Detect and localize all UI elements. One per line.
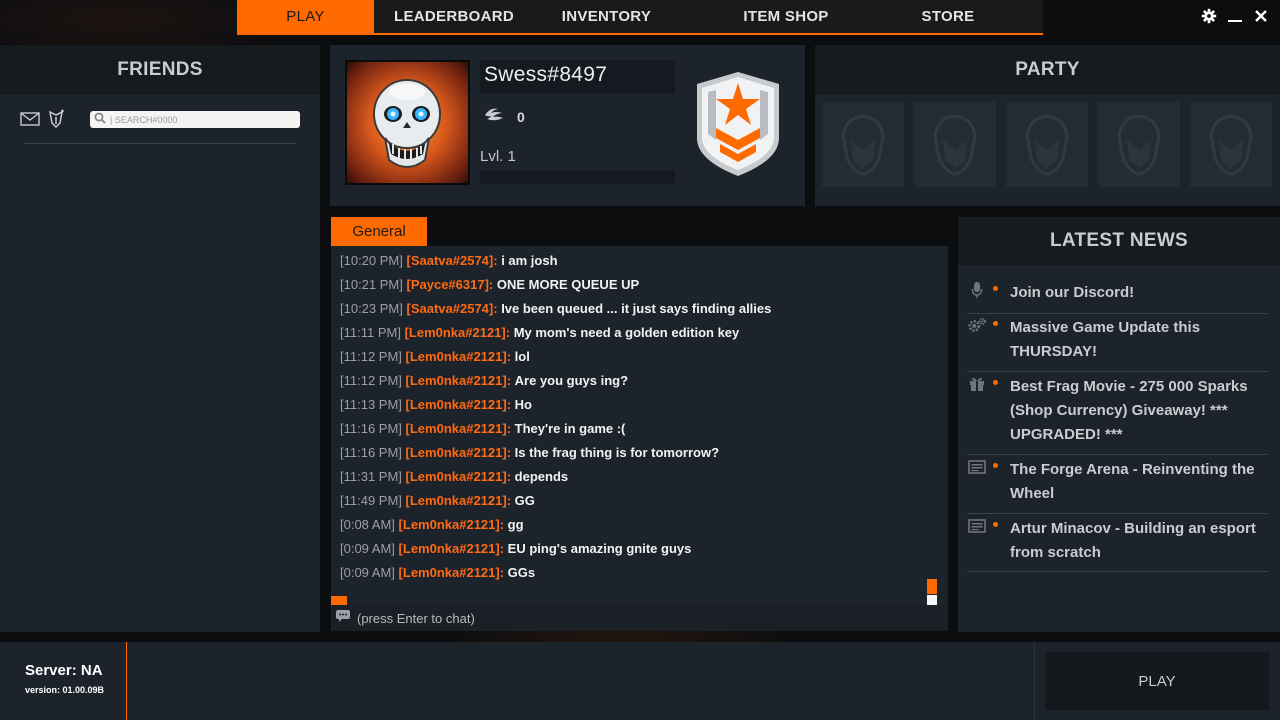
party-slot-5[interactable]	[1190, 102, 1272, 187]
sparks-balance: 0	[483, 106, 525, 127]
sparks-value: 0	[517, 108, 525, 125]
username: Swess#8497	[480, 60, 675, 94]
bottom-bar: Server: NA version: 01.00.09B PLAY	[0, 642, 1280, 720]
news-item[interactable]: Join our Discord!	[967, 281, 1268, 314]
chat-message: [10:21 PM] [Payce#6317]: ONE MORE QUEUE …	[340, 277, 640, 292]
party-slot-icon	[841, 113, 885, 176]
divider	[24, 143, 296, 144]
news-text: Join our Discord!	[1010, 284, 1135, 301]
article-icon	[967, 458, 987, 476]
news-bullet	[993, 522, 998, 527]
chat-message: [11:49 PM] [Lem0nka#2121]: GG	[340, 493, 535, 508]
friends-search	[90, 111, 300, 128]
mail-icon[interactable]	[20, 109, 40, 129]
chat-scroll-marker	[331, 596, 347, 605]
news-panel: LATEST NEWS Join our Discord! Massive Ga…	[958, 217, 1280, 632]
tab-inventory[interactable]: INVENTORY	[534, 0, 679, 33]
chat-message: [11:31 PM] [Lem0nka#2121]: depends	[340, 469, 569, 484]
minimize-icon[interactable]	[1226, 7, 1244, 25]
chat-message: [11:16 PM] [Lem0nka#2121]: Is the frag t…	[340, 445, 720, 460]
friends-title: FRIENDS	[0, 45, 320, 95]
window-controls	[1200, 7, 1270, 25]
news-item[interactable]: Massive Game Update this THURSDAY!	[967, 316, 1268, 372]
divider	[1034, 642, 1035, 720]
chat-message: [11:12 PM] [Lem0nka#2121]: Are you guys …	[340, 373, 629, 388]
news-item[interactable]: Best Frag Movie - 275 000 Sparks (Shop Cu…	[967, 375, 1268, 455]
gift-icon	[967, 375, 987, 393]
party-slot-1[interactable]	[822, 102, 904, 187]
server-label: Server: NA	[25, 662, 103, 679]
news-bullet	[993, 380, 998, 385]
news-item[interactable]: Artur Minacov - Building an esport from s…	[967, 517, 1268, 572]
chat-message: [11:13 PM] [Lem0nka#2121]: Ho	[340, 397, 532, 412]
tab-store[interactable]: STORE	[893, 0, 1003, 33]
news-bullet	[993, 286, 998, 291]
tab-item-shop[interactable]: ITEM SHOP	[679, 0, 893, 33]
gear-icon[interactable]	[1200, 7, 1218, 25]
chat-input-bar	[331, 605, 948, 631]
close-icon[interactable]	[1252, 7, 1270, 25]
news-title: LATEST NEWS	[958, 217, 1280, 265]
top-nav: PLAY LEADERBOARD INVENTORY ITEM SHOP STO…	[237, 0, 1043, 35]
sparks-icon	[483, 106, 505, 127]
chat-message: [10:23 PM] [Saatva#2574]: Ive been queue…	[340, 301, 772, 316]
search-icon	[94, 111, 106, 129]
chat-input[interactable]	[357, 610, 917, 626]
chat-scrollbar-thumb[interactable]	[927, 595, 937, 605]
party-slot-4[interactable]	[1098, 102, 1180, 187]
news-text: The Forge Arena - Reinventing the Wheel	[1010, 461, 1255, 502]
news-text: Best Frag Movie - 275 000 Sparks (Shop Cu…	[1010, 378, 1248, 443]
avatar[interactable]	[345, 60, 470, 185]
party-slot-2[interactable]	[914, 102, 996, 187]
friends-toolbar	[20, 109, 66, 129]
tab-play[interactable]: PLAY	[237, 0, 374, 33]
news-text: Massive Game Update this THURSDAY!	[1010, 319, 1201, 360]
news-text: Artur Minacov - Building an esport from s…	[1010, 520, 1256, 561]
chat-tab-general[interactable]: General	[331, 217, 427, 246]
tab-leaderboard[interactable]: LEADERBOARD	[374, 0, 534, 33]
server-info: Server: NA version: 01.00.09B	[0, 642, 127, 720]
news-bullet	[993, 321, 998, 326]
chat-message: [0:09 AM] [Lem0nka#2121]: GGs	[340, 565, 536, 580]
search-input[interactable]	[110, 114, 290, 125]
news-bullet	[993, 463, 998, 468]
chat-message: [10:20 PM] [Saatva#2574]: i am josh	[340, 253, 558, 268]
chat-log[interactable]: [10:20 PM] [Saatva#2574]: i am josh [10:…	[331, 246, 948, 605]
party-title: PARTY	[815, 45, 1280, 95]
microphone-icon	[967, 281, 987, 299]
party-slot-3[interactable]	[1006, 102, 1088, 187]
level-label: Lvl. 1	[480, 148, 516, 165]
party-slots	[822, 102, 1272, 187]
chat-message: [11:11 PM] [Lem0nka#2121]: My mom's need…	[340, 325, 740, 340]
version-label: version: 01.00.09B	[25, 685, 105, 695]
chat-scrollbar-track[interactable]	[927, 579, 937, 594]
chat-message: [0:08 AM] [Lem0nka#2121]: gg	[340, 517, 524, 532]
friends-panel: FRIENDS	[0, 45, 320, 632]
rank-badge-icon	[694, 70, 782, 183]
news-item[interactable]: The Forge Arena - Reinventing the Wheel	[967, 458, 1268, 514]
chat-message: [0:09 AM] [Lem0nka#2121]: EU ping's amaz…	[340, 541, 692, 556]
xp-bar	[480, 170, 675, 184]
play-button[interactable]: PLAY	[1045, 652, 1269, 710]
chat-message: [11:12 PM] [Lem0nka#2121]: lol	[340, 349, 530, 364]
add-friend-icon[interactable]	[46, 109, 66, 129]
party-panel: PARTY	[815, 45, 1280, 206]
chat-message: [11:16 PM] [Lem0nka#2121]: They're in ga…	[340, 421, 626, 436]
article-icon	[967, 517, 987, 535]
gears-icon	[967, 316, 987, 334]
chat-bubble-icon	[335, 609, 351, 628]
